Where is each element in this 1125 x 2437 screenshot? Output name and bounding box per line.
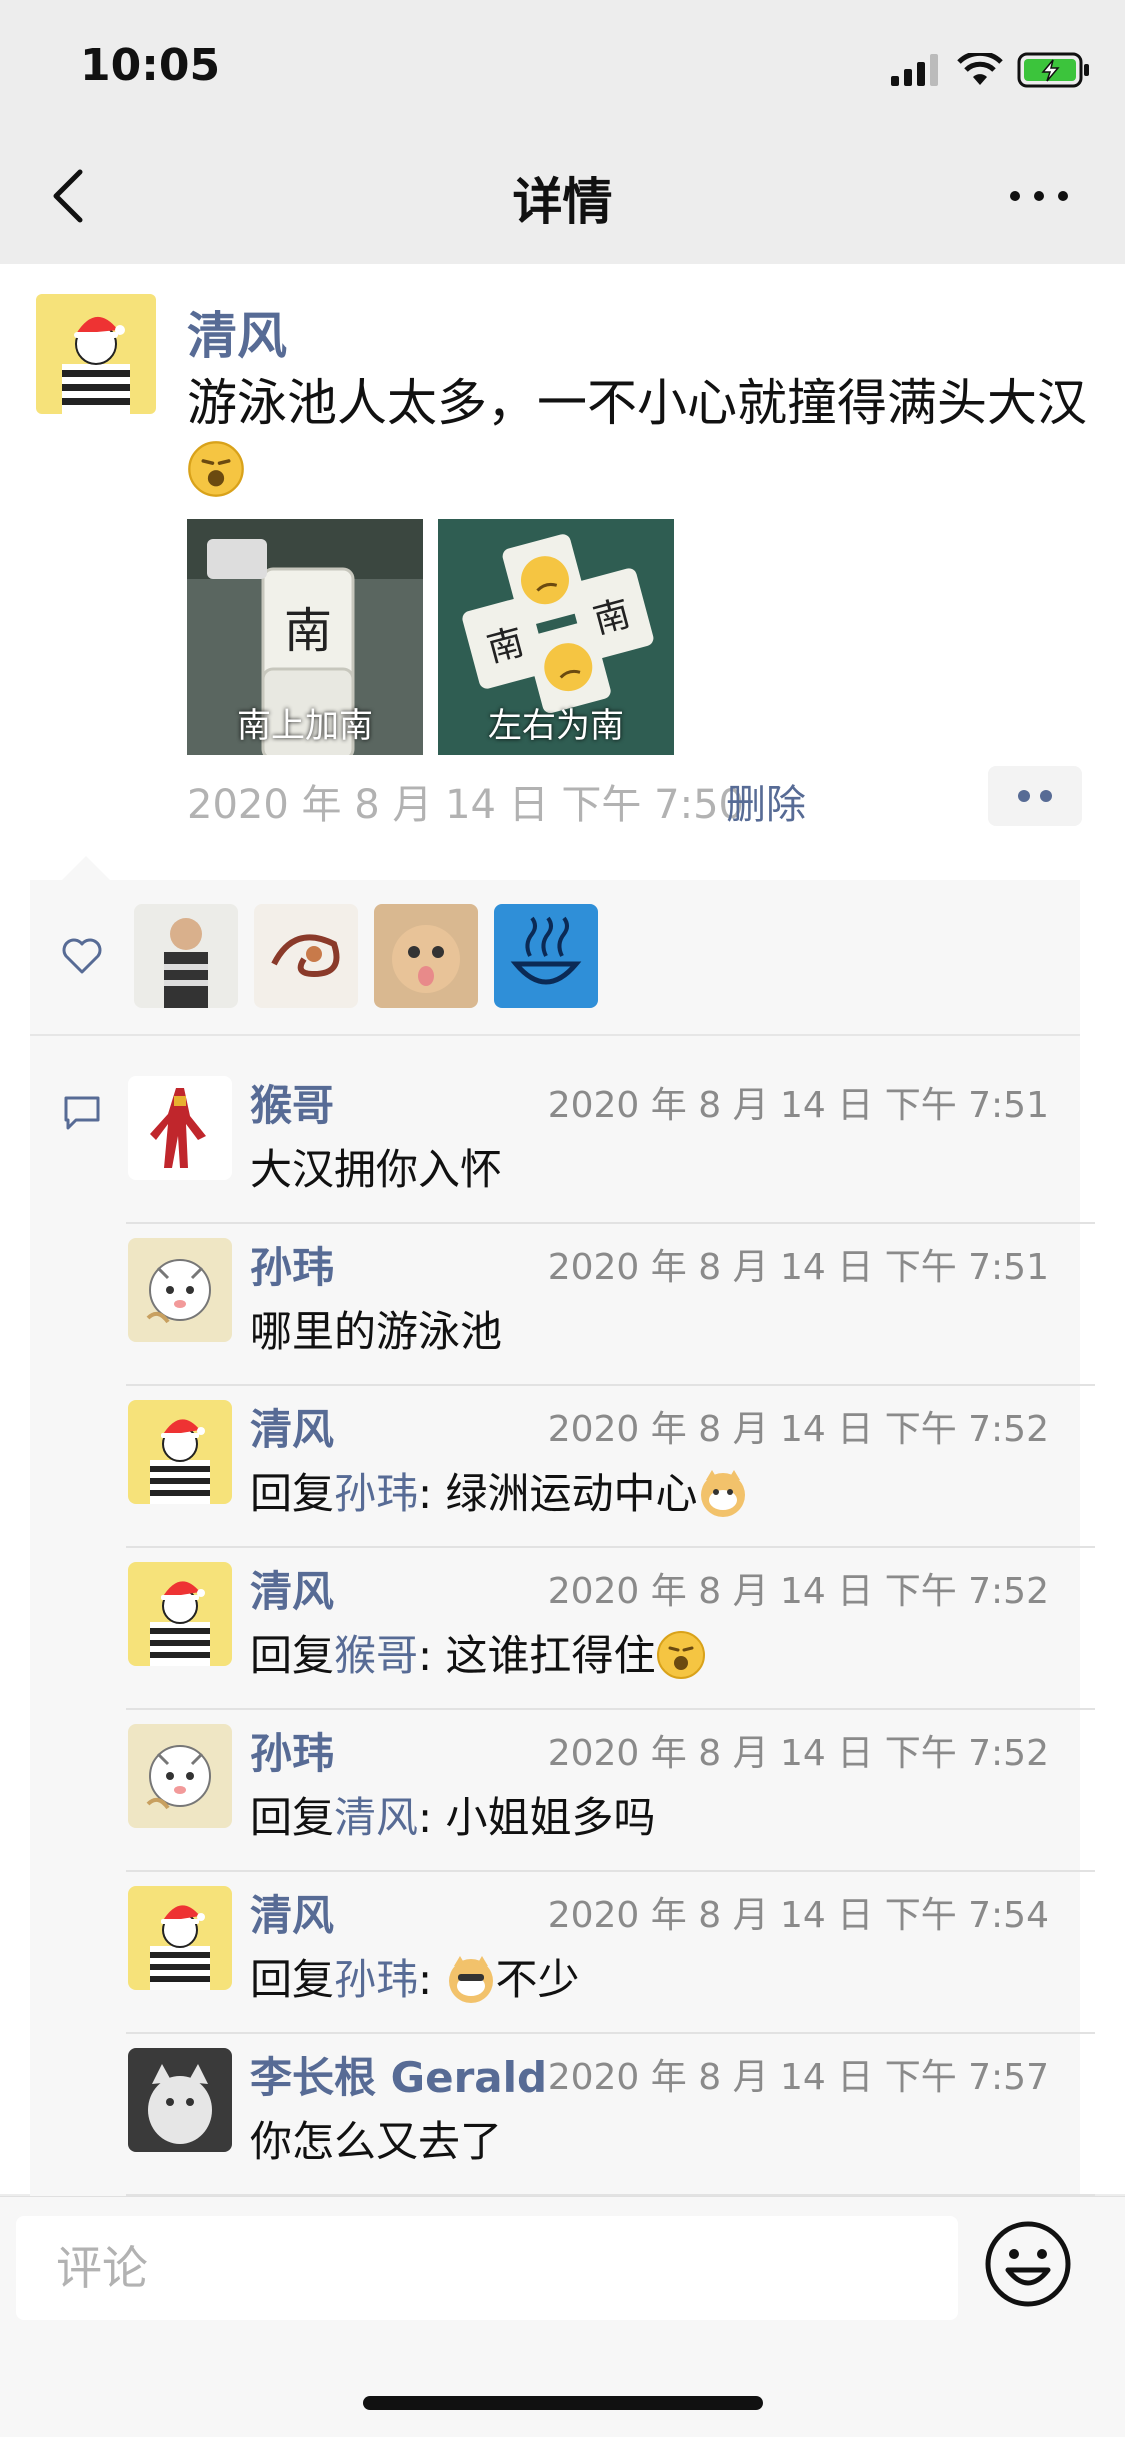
comment-divider — [126, 1708, 1095, 1710]
commenter-avatar[interactable] — [128, 2048, 232, 2152]
post-text-content: 游泳池人太多，一不小心就撞得满头大汉 — [187, 374, 1087, 432]
commenter-avatar[interactable] — [128, 1724, 232, 1828]
delete-link[interactable]: 删除 — [726, 772, 806, 830]
image-caption: 左右为南 — [488, 706, 624, 746]
like-avatar[interactable] — [254, 904, 358, 1008]
reply-target-name[interactable]: 清风 — [334, 1793, 418, 1842]
comment-text[interactable]: 回复孙玮: 不少 — [250, 1946, 580, 2007]
comment-text[interactable]: 回复孙玮: 绿洲运动中心 — [250, 1460, 748, 1521]
comment-body: : — [418, 1955, 446, 2004]
sweat-emoji-icon — [656, 1631, 705, 1679]
comment-timestamp: 2020 年 8 月 14 日 下午 7:52 — [547, 1733, 1049, 1774]
comment-text[interactable]: 回复猴哥: 这谁扛得住 — [250, 1622, 706, 1683]
commenter-avatar[interactable] — [128, 1562, 232, 1666]
comment-body: 大汉拥你入怀 — [250, 1145, 503, 1194]
comment-text[interactable]: 回复清风: 小姐姐多吗 — [250, 1784, 656, 1845]
commenter-name[interactable]: 清风 — [250, 1882, 334, 1943]
emoji-icon[interactable] — [980, 2216, 1076, 2312]
comment-timestamp: 2020 年 8 月 14 日 下午 7:52 — [547, 1409, 1049, 1450]
like-avatar[interactable] — [374, 904, 478, 1008]
wifi-icon — [957, 53, 1003, 85]
post-image[interactable]: 南 南上加南 — [187, 519, 423, 755]
comment-timestamp: 2020 年 8 月 14 日 下午 7:51 — [547, 1085, 1049, 1126]
comment-timestamp: 2020 年 8 月 14 日 下午 7:51 — [547, 1247, 1049, 1288]
reply-prefix: 回复 — [250, 1955, 335, 2004]
commenter-name[interactable]: 孙玮 — [250, 1720, 334, 1781]
commenter-avatar[interactable] — [128, 1238, 232, 1342]
commenter-avatar[interactable] — [128, 1400, 232, 1504]
post-text: 游泳池人太多，一不小心就撞得满头大汉 — [187, 370, 1087, 502]
post-author-avatar[interactable] — [36, 294, 156, 414]
svg-text:南: 南 — [284, 603, 332, 659]
box-pointer — [62, 856, 110, 880]
more-actions-button[interactable] — [988, 766, 1082, 826]
reply-prefix: 回复 — [250, 1631, 335, 1680]
comment-body: : 这谁扛得住 — [418, 1631, 656, 1680]
reply-prefix: 回复 — [250, 1469, 335, 1518]
like-avatar[interactable] — [134, 904, 238, 1008]
comment-icon — [64, 1096, 100, 1130]
page-title: 详情 — [512, 173, 613, 231]
home-indicator — [363, 2396, 763, 2410]
commenter-avatar[interactable] — [128, 1886, 232, 1990]
divider — [30, 1034, 1080, 1036]
comment-divider — [126, 1546, 1095, 1548]
heart-icon — [62, 938, 102, 974]
commenter-name[interactable]: 李长根 Gerald — [250, 2044, 547, 2105]
comment-body: 你怎么又去了 — [250, 2117, 503, 2166]
comment-body: 哪里的游泳池 — [250, 1307, 503, 1356]
commenter-name[interactable]: 清风 — [250, 1558, 334, 1619]
reply-target-name[interactable]: 孙玮 — [334, 1469, 418, 1518]
commenter-name[interactable]: 孙玮 — [250, 1234, 334, 1295]
image-caption: 南上加南 — [237, 706, 373, 746]
sweat-emoji-icon — [188, 441, 244, 497]
commenter-avatar[interactable] — [128, 1076, 232, 1180]
comment-input[interactable] — [16, 2216, 958, 2320]
comment-divider — [126, 1384, 1095, 1386]
comment-timestamp: 2020 年 8 月 14 日 下午 7:54 — [547, 1895, 1049, 1936]
comment-divider — [126, 1222, 1095, 1224]
reply-target-name[interactable]: 猴哥 — [334, 1631, 418, 1680]
doge-emoji-icon — [700, 1470, 745, 1517]
signal-icon — [891, 54, 938, 86]
commenter-name[interactable]: 清风 — [250, 1396, 334, 1457]
comment-timestamp: 2020 年 8 月 14 日 下午 7:52 — [547, 1571, 1049, 1612]
status-time: 10:05 — [80, 40, 221, 91]
commenter-name[interactable]: 猴哥 — [250, 1072, 334, 1133]
comment-body: : 小姐姐多吗 — [418, 1793, 656, 1842]
post-timestamp: 2020 年 8 月 14 日 下午 7:50 — [187, 782, 744, 828]
status-icons — [891, 50, 1091, 90]
reply-target-name[interactable]: 孙玮 — [334, 1955, 418, 2004]
comment-text[interactable]: 你怎么又去了 — [250, 2108, 502, 2169]
more-options-icon[interactable] — [1009, 190, 1069, 202]
like-avatar[interactable] — [494, 904, 598, 1008]
post-author-name[interactable]: 清风 — [187, 296, 287, 368]
comment-timestamp: 2020 年 8 月 14 日 下午 7:57 — [547, 2057, 1049, 2098]
comment-divider — [126, 2032, 1095, 2034]
comment-text[interactable]: 哪里的游泳池 — [250, 1298, 502, 1359]
post-image[interactable]: 南 南 左右为南 — [438, 519, 674, 755]
doge-emoji-icon — [448, 1956, 493, 2003]
comment-text[interactable]: 大汉拥你入怀 — [250, 1136, 502, 1197]
comment-body: : 绿洲运动中心 — [418, 1469, 698, 1518]
comment-suffix: 不少 — [495, 1955, 580, 2004]
reply-prefix: 回复 — [250, 1793, 335, 1842]
comment-divider — [126, 1870, 1095, 1872]
battery-charging-icon — [1017, 52, 1089, 88]
